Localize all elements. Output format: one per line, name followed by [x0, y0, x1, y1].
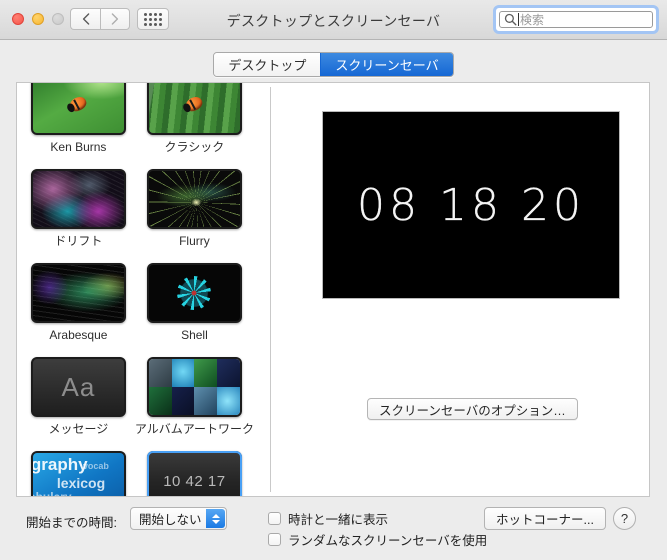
screensaver-thumbnail[interactable]	[30, 83, 126, 135]
list-item[interactable]: Shell	[130, 263, 259, 343]
screensaver-label: メッセージ	[48, 422, 109, 436]
screensaver-thumbnail[interactable]	[146, 169, 242, 229]
grid-dots-icon	[144, 12, 162, 26]
show-all-button[interactable]	[137, 8, 169, 30]
screensaver-grid: Ken Burns クラシック ドリフト Flurry Arabesque Sh…	[17, 83, 269, 496]
list-item[interactable]: ドリフト	[27, 169, 130, 249]
screensaver-thumbnail[interactable]	[30, 169, 126, 229]
tab-desktop[interactable]: デスクトップ	[214, 53, 321, 76]
search-field-inner[interactable]: 検索	[499, 11, 653, 28]
checkbox-label: 時計と一緒に表示	[288, 513, 389, 527]
search-icon	[504, 13, 517, 26]
screensaver-preview[interactable]: 08 18 20	[322, 111, 620, 299]
start-after-dropdown[interactable]: 開始しない	[130, 507, 227, 530]
screensaver-label: Flurry	[179, 234, 210, 248]
preferences-content: Ken Burns クラシック ドリフト Flurry Arabesque Sh…	[16, 82, 650, 497]
screensaver-thumbnail[interactable]: Aa	[30, 357, 126, 417]
close-window-button[interactable]	[12, 13, 24, 25]
tab-screensaver[interactable]: スクリーンセーバ	[320, 53, 453, 76]
navigation-buttons	[70, 8, 130, 30]
thumbnail-text: graphy	[30, 455, 88, 474]
zoom-window-button[interactable]	[52, 13, 64, 25]
checkbox-box[interactable]	[268, 533, 281, 546]
screensaver-thumbnail[interactable]	[146, 263, 242, 323]
screensaver-label: Ken Burns	[50, 140, 107, 154]
checkbox-box[interactable]	[268, 512, 281, 525]
help-button[interactable]: ?	[613, 507, 636, 530]
screensaver-list[interactable]: Ken Burns クラシック ドリフト Flurry Arabesque Sh…	[17, 83, 269, 496]
list-item[interactable]: Ken Burns	[27, 83, 130, 155]
screensaver-label: クラシック	[164, 140, 225, 154]
bottom-controls: 開始までの時間: 開始しない 時計と一緒に表示 ランダムなスクリーンセーバを使用…	[0, 502, 667, 560]
ladybug-icon	[67, 94, 89, 114]
checkbox-label: ランダムなスクリーンセーバを使用	[288, 534, 488, 548]
checkbox-use-random-screensaver[interactable]: ランダムなスクリーンセーバを使用	[268, 529, 487, 550]
chevron-right-icon	[111, 13, 119, 25]
traffic-lights	[12, 13, 64, 25]
search-text-cursor	[518, 13, 519, 26]
thumbnail-text: 10 42 17	[163, 472, 226, 490]
thumbnail-text: abulary	[33, 490, 72, 496]
tab-bar: デスクトップ スクリーンセーバ	[0, 52, 667, 77]
start-after-label: 開始までの時間:	[26, 516, 117, 530]
list-item[interactable]: Aa メッセージ	[27, 357, 130, 437]
minimize-window-button[interactable]	[32, 13, 44, 25]
search-placeholder: 検索	[520, 13, 545, 27]
list-item[interactable]: Arabesque	[27, 263, 130, 343]
ladybug-icon	[183, 94, 205, 114]
back-button[interactable]	[70, 8, 100, 30]
screensaver-thumbnail[interactable]: vocab graphy lexicog abulary	[30, 451, 126, 496]
screensaver-thumbnail[interactable]	[146, 357, 242, 417]
screensaver-thumbnail[interactable]: 10 42 17	[146, 451, 242, 496]
chevron-left-icon	[82, 13, 89, 25]
thumbnail-text: lexicog	[56, 475, 106, 491]
checkbox-group: 時計と一緒に表示 ランダムなスクリーンセーバを使用	[268, 508, 487, 550]
stepper-arrows-icon[interactable]	[206, 509, 225, 528]
system-preferences-window: デスクトップとスクリーンセーバ 検索 デスクトップ スクリーンセーバ Ken B…	[0, 0, 667, 560]
list-item[interactable]: クラシック	[130, 83, 259, 155]
screensaver-thumbnail[interactable]	[30, 263, 126, 323]
screensaver-label: Shell	[181, 328, 208, 342]
preview-clock-text: 08 18 20	[357, 179, 585, 231]
list-item-selected[interactable]: 10 42 17 Padbury Clock	[130, 451, 259, 496]
list-item[interactable]: vocab graphy lexicog abulary 今日の一言	[27, 451, 130, 496]
screensaver-thumbnail[interactable]	[146, 83, 242, 135]
forward-button[interactable]	[100, 8, 130, 30]
screensaver-label: ドリフト	[54, 234, 103, 248]
start-after-value: 開始しない	[139, 513, 202, 527]
preview-pane: 08 18 20 スクリーンセーバのオプション…	[271, 83, 649, 496]
hot-corners-button[interactable]: ホットコーナー...	[484, 507, 606, 530]
screensaver-label: アルバムアートワーク	[134, 422, 254, 436]
tab-group: デスクトップ スクリーンセーバ	[213, 52, 454, 77]
checkbox-show-with-clock[interactable]: 時計と一緒に表示	[268, 508, 487, 529]
screensaver-options-button[interactable]: スクリーンセーバのオプション…	[367, 398, 578, 420]
list-item[interactable]: アルバムアートワーク	[130, 357, 259, 437]
window-titlebar: デスクトップとスクリーンセーバ 検索	[0, 0, 667, 40]
search-field[interactable]: 検索	[493, 5, 659, 34]
list-item[interactable]: Flurry	[130, 169, 259, 249]
thumbnail-text: Aa	[61, 371, 96, 402]
screensaver-label: Arabesque	[49, 328, 108, 342]
